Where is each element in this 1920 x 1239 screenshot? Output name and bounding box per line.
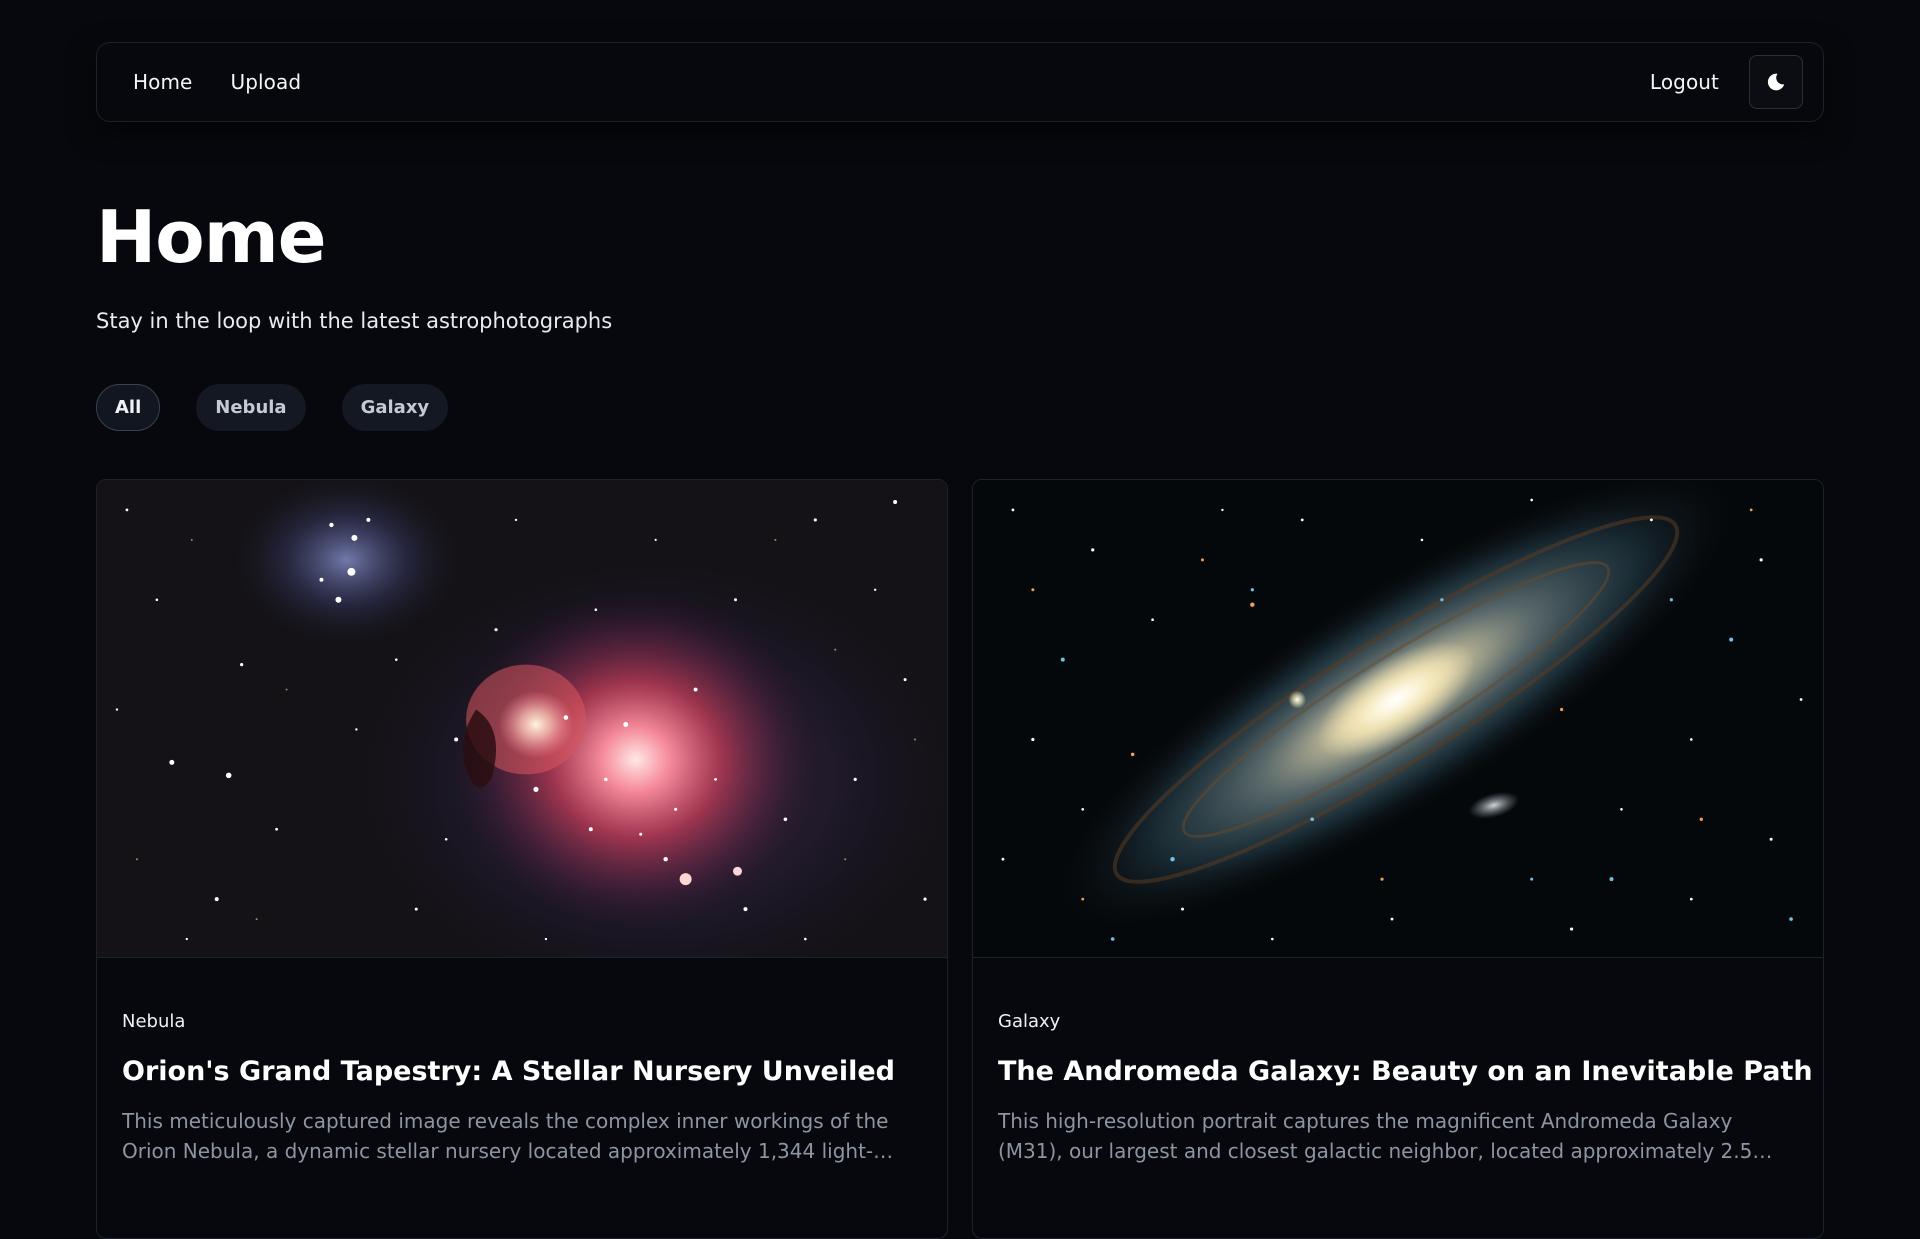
logout-link[interactable]: Logout: [1650, 70, 1719, 94]
post-grid: Nebula Orion's Grand Tapestry: A Stellar…: [96, 479, 1824, 1239]
post-card[interactable]: Galaxy The Andromeda Galaxy: Beauty on a…: [972, 479, 1824, 1239]
nav-upload-link[interactable]: Upload: [230, 70, 301, 94]
category-filters: All Nebula Galaxy: [96, 384, 449, 431]
nav-right-group: Logout: [1650, 55, 1803, 109]
nav-home-link[interactable]: Home: [133, 70, 192, 94]
moon-icon: [1767, 73, 1785, 91]
filter-chip-nebula[interactable]: Nebula: [196, 384, 306, 431]
page-subtitle: Stay in the loop with the latest astroph…: [96, 309, 613, 333]
post-title[interactable]: Orion's Grand Tapestry: A Stellar Nurser…: [122, 1054, 922, 1090]
filter-chip-all[interactable]: All: [96, 384, 161, 431]
post-description: This high-resolution portrait captures t…: [998, 1109, 1753, 1163]
theme-toggle-button[interactable]: [1749, 55, 1803, 109]
filter-chip-galaxy[interactable]: Galaxy: [341, 384, 449, 431]
post-image-orion-nebula: [97, 480, 947, 958]
post-title[interactable]: The Andromeda Galaxy: Beauty on an Inevi…: [998, 1054, 1813, 1090]
post-category: Galaxy: [998, 1011, 1061, 1032]
nav-left-group: Home Upload: [133, 70, 301, 94]
post-image-andromeda-galaxy: [973, 480, 1823, 958]
page-title: Home: [96, 195, 327, 279]
top-nav: Home Upload Logout: [96, 42, 1824, 122]
post-card[interactable]: Nebula Orion's Grand Tapestry: A Stellar…: [96, 479, 948, 1239]
post-card-body: Galaxy The Andromeda Galaxy: Beauty on a…: [973, 958, 1823, 1166]
post-description: This meticulously captured image reveals…: [122, 1109, 889, 1163]
post-category: Nebula: [122, 1011, 186, 1032]
post-card-body: Nebula Orion's Grand Tapestry: A Stellar…: [97, 958, 947, 1166]
